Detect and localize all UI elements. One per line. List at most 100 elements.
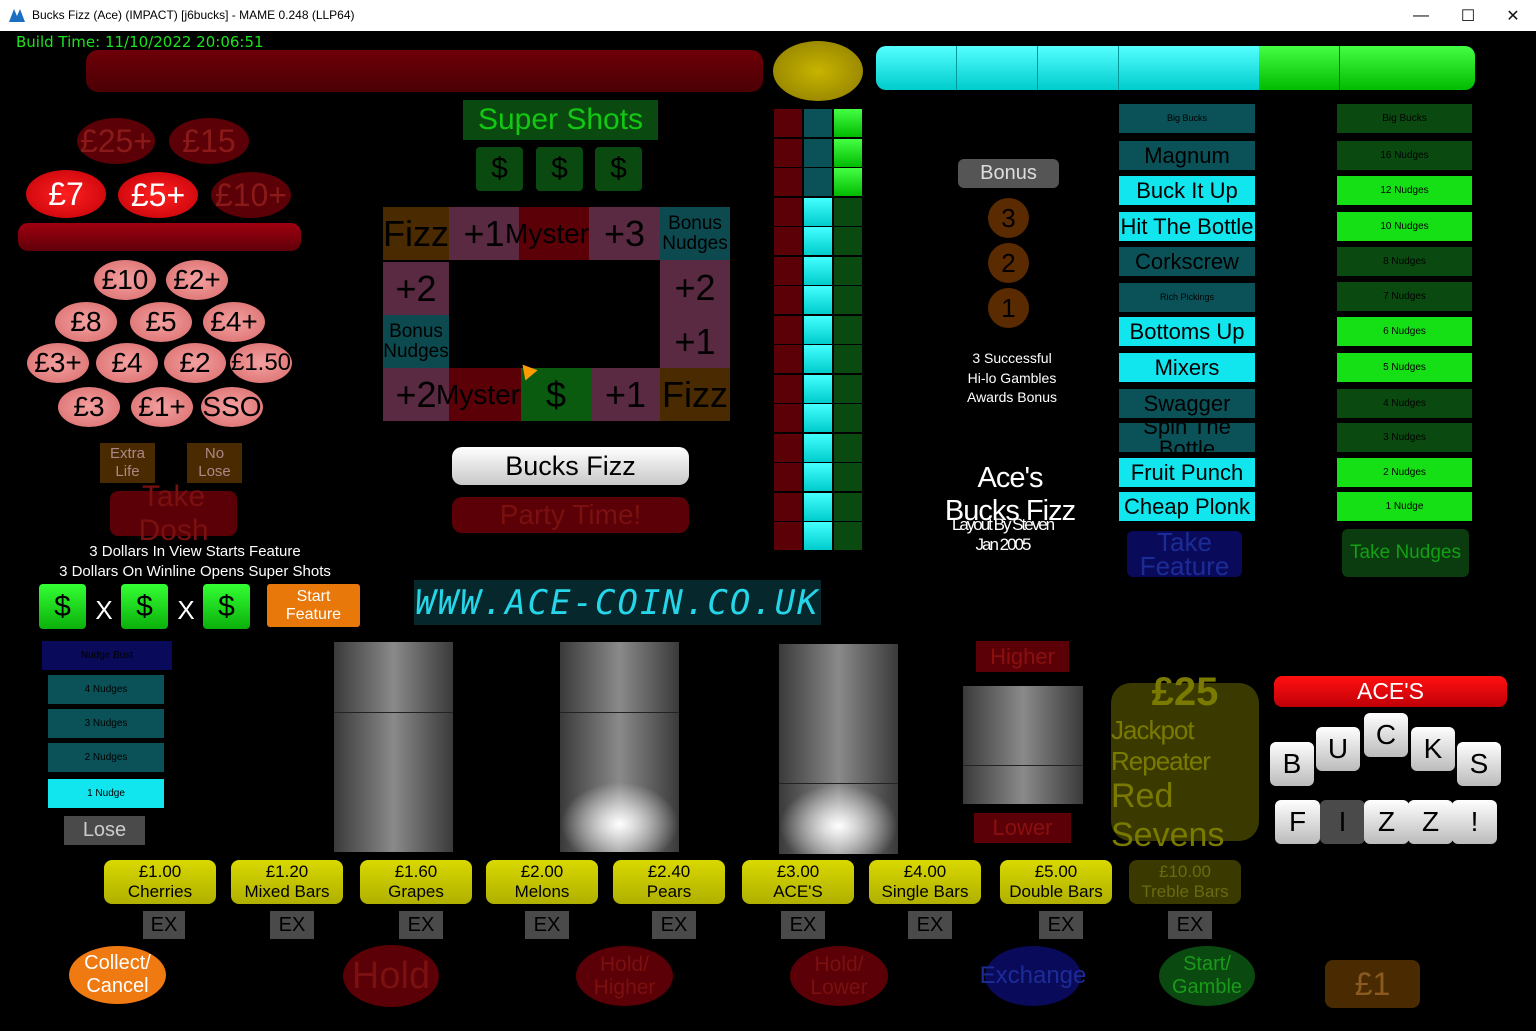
left-nudge-lamp: 1 Nudge bbox=[48, 779, 164, 808]
paytable-entry: £1.00 Cherries bbox=[104, 860, 216, 904]
ladder-red-lamp bbox=[774, 492, 802, 521]
letter-tile: I bbox=[1320, 800, 1365, 844]
aces-lamp: ACE'S bbox=[1274, 676, 1507, 707]
exchange-lamp: EX bbox=[399, 911, 443, 939]
ladder-red-lamp bbox=[774, 138, 802, 167]
pay-amount: £2.00 bbox=[520, 862, 564, 881]
letter-tile: K bbox=[1411, 727, 1455, 771]
letter-tile: ! bbox=[1452, 800, 1497, 844]
letter-tile: U bbox=[1316, 727, 1360, 771]
pay-amount: £4.00 bbox=[903, 862, 947, 881]
pink-award-lamp: SSO bbox=[201, 387, 263, 427]
feature-lamp: Rich Pickings bbox=[1119, 283, 1255, 312]
ladder-green-lamp bbox=[834, 463, 862, 491]
ladder-red-lamp bbox=[774, 374, 802, 403]
cash-award-lamp: £25+ bbox=[77, 118, 155, 164]
pink-award-lamp: £8 bbox=[55, 302, 117, 342]
ladder-red-lamp bbox=[774, 315, 802, 344]
ladder-red-lamp bbox=[774, 463, 802, 491]
cash-award-lamp: £5+ bbox=[118, 172, 198, 218]
pink-award-lamp: £3+ bbox=[27, 343, 89, 383]
maximize-button[interactable]: ☐ bbox=[1445, 0, 1491, 31]
exchange-button[interactable]: Exchange bbox=[980, 946, 1086, 1006]
feature-lamp: Fruit Punch bbox=[1119, 458, 1255, 487]
stake-button[interactable]: £1 bbox=[1325, 960, 1420, 1008]
exchange-lamp: EX bbox=[1039, 911, 1083, 939]
pink-award-lamp: £4 bbox=[96, 343, 158, 383]
pink-award-lamp: £10 bbox=[94, 260, 156, 300]
hold-lower-button[interactable]: Hold/ Lower bbox=[790, 946, 888, 1006]
left-nudge-lamp: Nudge Bust bbox=[42, 641, 172, 670]
lose-lamp: Lose bbox=[64, 816, 145, 845]
yellow-lamp bbox=[773, 41, 863, 101]
ladder-green-lamp bbox=[834, 374, 862, 403]
top-progress-bar bbox=[876, 46, 1475, 90]
feature-lamp: Mixers bbox=[1119, 353, 1255, 382]
ladder-green-lamp bbox=[834, 345, 862, 373]
dollar-symbol-lamp: $ bbox=[203, 584, 250, 629]
collect-cancel-button[interactable]: Collect/ Cancel bbox=[69, 946, 166, 1004]
ladder-cyan-lamp bbox=[804, 492, 832, 521]
trail-cell: Mystery bbox=[436, 368, 534, 421]
exchange-lamp: EX bbox=[781, 911, 825, 939]
nudge-lamp: 8 Nudges bbox=[1337, 247, 1472, 276]
reel[interactable] bbox=[560, 642, 679, 852]
bonus-info-line: Awards Bonus bbox=[966, 389, 1057, 405]
reel[interactable] bbox=[779, 644, 898, 854]
ladder-green-lamp bbox=[834, 197, 862, 226]
exchange-lamp: EX bbox=[525, 911, 569, 939]
ladder-cyan-lamp bbox=[804, 109, 832, 137]
trail-cell: +1 bbox=[660, 315, 730, 368]
bonus-info: 3 Successful Hi-lo Gambles Awards Bonus bbox=[937, 349, 1087, 408]
trail-cell: Mystery bbox=[505, 207, 603, 260]
ladder-cyan-lamp bbox=[804, 463, 832, 491]
trail-cell: +3 bbox=[589, 207, 660, 260]
feature-lamp: Spin The Bottle bbox=[1119, 415, 1255, 459]
letter-tile: Z bbox=[1408, 800, 1453, 844]
pay-amount: £3.00 bbox=[776, 862, 820, 881]
hold-higher-button[interactable]: Hold/ Higher bbox=[576, 946, 673, 1006]
close-button[interactable]: ✕ bbox=[1490, 0, 1536, 31]
letter-tile: C bbox=[1364, 713, 1408, 757]
ladder-cyan-lamp bbox=[804, 433, 832, 462]
ladder-green-lamp bbox=[834, 522, 862, 550]
dot-matrix-display: WWW.ACE-COIN.CO.UK bbox=[414, 580, 821, 625]
feature-lamp: Cheap Plonk bbox=[1119, 492, 1255, 521]
pay-amount: £5.00 bbox=[1034, 862, 1078, 881]
paytable-entry: £4.00 Single Bars bbox=[869, 860, 981, 904]
trail-cell: Bonus Nudges bbox=[660, 207, 730, 260]
ladder-cyan-lamp bbox=[804, 197, 832, 226]
ladder-red-lamp bbox=[774, 522, 802, 550]
bonus-info-line: Hi-lo Gambles bbox=[967, 369, 1057, 386]
ladder-green-lamp bbox=[834, 286, 862, 314]
nudge-lamp: 10 Nudges bbox=[1337, 212, 1472, 241]
reel[interactable] bbox=[334, 642, 453, 852]
start-gamble-button[interactable]: Start/ Gamble bbox=[1159, 946, 1255, 1006]
ladder-cyan-lamp bbox=[804, 138, 832, 167]
pay-amount: £1.00 bbox=[138, 862, 182, 881]
pink-award-lamp: £5 bbox=[130, 302, 192, 342]
exchange-lamp: EX bbox=[1168, 911, 1212, 939]
ladder-green-lamp bbox=[834, 433, 862, 462]
ladder-red-lamp bbox=[774, 433, 802, 462]
paytable-entry: £10.00 Treble Bars bbox=[1129, 860, 1241, 904]
super-shots-lamp: Super Shots bbox=[463, 100, 658, 140]
cash-award-lamp: £10+ bbox=[211, 172, 291, 218]
times-sign: X bbox=[177, 594, 195, 625]
ladder-red-lamp bbox=[774, 227, 802, 255]
trail-cell: +1 bbox=[591, 368, 660, 421]
pay-amount: £1.20 bbox=[265, 862, 309, 881]
trail-cell: $ bbox=[521, 368, 591, 421]
take-feature-lamp: Take Feature bbox=[1127, 529, 1242, 579]
pay-symbol: ACE'S bbox=[773, 882, 823, 901]
hold-button[interactable]: Hold bbox=[343, 945, 439, 1007]
ladder-red-lamp bbox=[774, 286, 802, 314]
minimize-button[interactable]: — bbox=[1398, 0, 1444, 31]
pay-amount: £2.40 bbox=[647, 862, 691, 881]
bonus-label: Bonus bbox=[958, 159, 1059, 188]
nudge-lamp: 3 Nudges bbox=[1337, 423, 1472, 452]
exchange-lamp: EX bbox=[652, 911, 696, 939]
ladder-cyan-lamp bbox=[804, 286, 832, 314]
ladder-green-lamp bbox=[834, 315, 862, 344]
lower-lamp: Lower bbox=[974, 813, 1071, 843]
